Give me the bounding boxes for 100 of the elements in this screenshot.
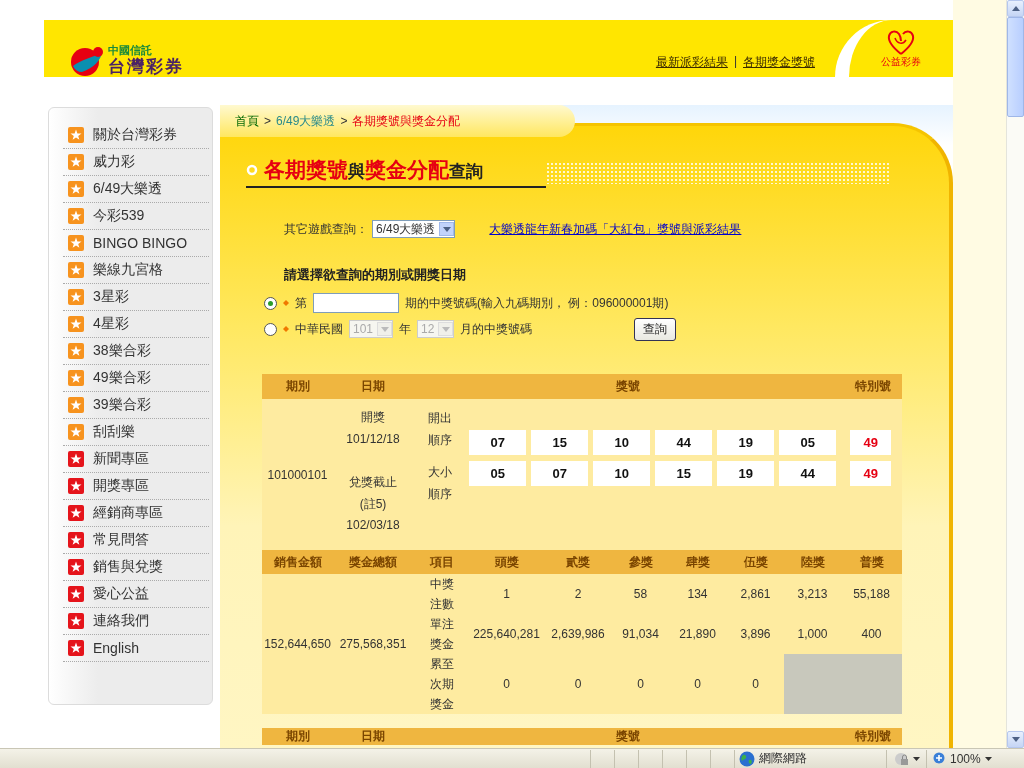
table-cell: 3,213 (797, 587, 828, 601)
field-label: 其它遊戲查詢： (284, 220, 368, 238)
table-cell-text: 101/12/18 (346, 430, 400, 448)
table-cell: 400 (861, 627, 882, 641)
query-heading: 請選擇欲查詢的期別或開獎日期 (284, 266, 467, 284)
number-cell: 10 (593, 461, 651, 486)
column-header: 肆獎 (668, 550, 727, 574)
brand-name: 台灣彩券 (108, 58, 184, 76)
ring-icon (246, 164, 258, 176)
caret-icon (913, 756, 920, 761)
header-link[interactable]: 各期獎金獎號 (743, 54, 815, 71)
sidebar-item[interactable]: 4星彩 (63, 311, 209, 338)
sidebar-item[interactable]: 49樂合彩 (63, 365, 209, 392)
breadcrumb-link[interactable]: 各期獎號與獎金分配 (352, 112, 461, 130)
zoom-level[interactable]: 100% (950, 751, 981, 766)
table-cell: 152,644,650 (264, 637, 331, 651)
column-header: 期別 (284, 728, 311, 745)
column-header: 特別號 (853, 378, 892, 395)
row-label: 單注獎金 (428, 616, 455, 653)
sidebar-item[interactable]: 常見問答 (63, 527, 209, 554)
table-cell: 0 (752, 677, 759, 691)
number-cell: 44 (655, 430, 713, 455)
scroll-down-icon[interactable] (1011, 737, 1020, 742)
header-link[interactable]: 最新派彩結果 (655, 54, 728, 71)
zoom-icon (933, 752, 946, 765)
sidebar-item[interactable]: 銷售與兌獎 (63, 554, 209, 581)
number-cell: 15 (655, 461, 713, 486)
option-label: 期的中獎號碼(輸入九碼期別， 例：096000001期) (405, 294, 669, 312)
column-header: 獎號 (615, 378, 641, 395)
period-input[interactable] (313, 293, 399, 313)
number-cell: 15 (531, 430, 589, 455)
table-cell: 58 (633, 587, 648, 601)
table-cell: 91,034 (622, 627, 659, 641)
link-separator: | (733, 54, 737, 70)
game-select[interactable]: 6/49大樂透 (372, 220, 456, 238)
bullet-icon (283, 300, 289, 306)
row-label: 開出順序 (427, 410, 453, 449)
column-header: 普獎 (841, 550, 902, 574)
scroll-up-icon[interactable] (1011, 6, 1020, 11)
number-cell: 05 (469, 461, 527, 486)
breadcrumb-link[interactable]: 首頁 (235, 112, 259, 130)
table-cell: 3,896 (740, 627, 771, 641)
table-cell: 0 (503, 677, 510, 691)
row-label: 大小順序 (427, 464, 453, 503)
option-label: 年 (399, 320, 412, 338)
breadcrumb-link[interactable]: 6/49大樂透 (276, 112, 336, 130)
special-number-cell: 49 (850, 461, 892, 486)
column-header: 日期 (360, 378, 386, 395)
sidebar-item[interactable]: 經銷商專區 (63, 500, 209, 527)
sidebar-item[interactable]: 3星彩 (63, 284, 209, 311)
sidebar-item[interactable]: 關於台灣彩券 (63, 122, 209, 149)
sidebar-item[interactable]: 6/49大樂透 (63, 176, 209, 203)
table-cell: 275,568,351 (339, 637, 407, 651)
breadcrumb-separator: > (264, 114, 271, 128)
number-cell: 07 (469, 430, 527, 455)
column-header: 獎號 (615, 728, 641, 745)
sidebar-item[interactable]: BINGO BINGO (63, 230, 209, 257)
brand-subtitle: 中國信託 (108, 43, 153, 57)
table-cell: 0 (694, 677, 701, 691)
table-cell-text: 兌獎截止 (349, 474, 397, 491)
table-cell: 2,639,986 (551, 627, 605, 641)
sidebar-item[interactable]: 樂線九宮格 (63, 257, 209, 284)
number-cell: 19 (717, 430, 775, 455)
sidebar-item[interactable]: 刮刮樂 (63, 419, 209, 446)
table-cell: 1,000 (797, 627, 828, 641)
table-cell-text: 開獎 (361, 409, 385, 426)
sidebar-item[interactable]: 連絡我們 (63, 608, 209, 635)
sidebar-item[interactable]: 威力彩 (63, 149, 209, 176)
number-cell: 07 (531, 461, 589, 486)
option-label: 第 (295, 294, 307, 312)
column-header: 期別 (284, 378, 311, 395)
promo-link[interactable]: 大樂透龍年新春加碼「大紅包」獎號與派彩結果 (489, 220, 742, 238)
special-number-cell: 49 (850, 430, 892, 455)
sidebar-item[interactable]: 38樂合彩 (63, 338, 209, 365)
sidebar-item[interactable]: 新聞專區 (63, 446, 209, 473)
table-cell: 0 (574, 677, 582, 691)
sidebar-item[interactable]: 39樂合彩 (63, 392, 209, 419)
scroll-thumb[interactable] (1007, 17, 1024, 117)
bullet-icon (283, 326, 289, 332)
table-cell: 225,640,281 (473, 627, 540, 641)
row-label: 累至次期獎金 (428, 656, 455, 713)
sidebar-item[interactable]: 今彩539 (63, 203, 209, 230)
table-cell: 2,861 (740, 587, 771, 601)
sidebar-item[interactable]: English (63, 635, 209, 662)
column-header: 貳獎 (543, 550, 613, 574)
sidebar-item[interactable]: 開獎專區 (63, 473, 209, 500)
option-label: 中華民國 (295, 320, 343, 338)
table-cell: 134 (687, 587, 708, 601)
query-button[interactable]: 查詢 (634, 317, 677, 341)
column-header: 項目 (413, 550, 470, 574)
column-header: 銷售金額 (262, 550, 333, 574)
ball-logo-icon (68, 46, 104, 76)
table-cell: 1 (503, 587, 510, 601)
sidebar-item[interactable]: 愛心公益 (63, 581, 209, 608)
radio-button[interactable] (264, 296, 277, 310)
column-header: 獎金總額 (333, 550, 413, 574)
table-cell-text: (註5) (359, 495, 387, 513)
column-header: 陸獎 (784, 550, 841, 574)
vertical-scrollbar[interactable] (1006, 0, 1024, 748)
table-cell: 0 (637, 677, 644, 691)
